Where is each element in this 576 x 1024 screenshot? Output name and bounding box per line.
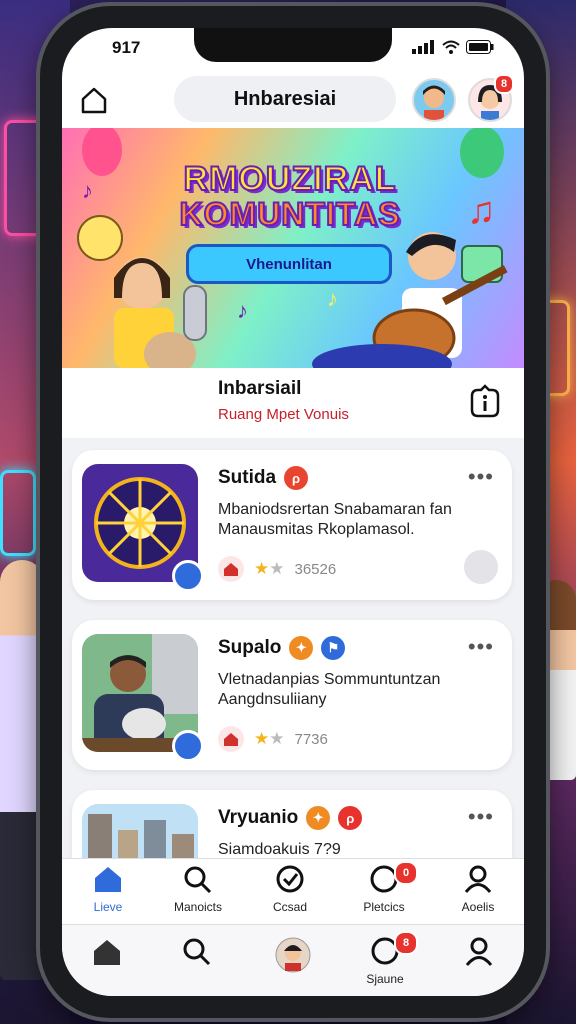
verified-badge-icon bbox=[172, 730, 204, 762]
tab-profile[interactable]: Aoelis bbox=[432, 865, 524, 921]
top-bar: Hnbaresiai 8 bbox=[62, 72, 524, 132]
community-house-icon[interactable] bbox=[218, 726, 244, 752]
person-figure bbox=[0, 560, 44, 980]
camera-notch bbox=[194, 28, 392, 62]
rating-stars: ★★ bbox=[254, 729, 285, 748]
nav-profile[interactable] bbox=[444, 937, 514, 993]
flag-badge-icon: ⚑ bbox=[321, 636, 346, 660]
community-name: Inbarsiail bbox=[218, 378, 302, 399]
status-time: 917 bbox=[112, 38, 141, 57]
banner-ribbon: Vhenunlitan bbox=[186, 244, 392, 284]
post-feed: Sutida ρ ••• Mbaniodsrertan Snabamaran f… bbox=[62, 438, 524, 858]
tab-badge: 0 bbox=[394, 861, 418, 885]
city-photo-icon bbox=[82, 804, 198, 858]
hot-tag-icon: ρ bbox=[284, 466, 309, 490]
post-title: Supalo ✦ ⚑ bbox=[218, 636, 346, 660]
tab-bar: Lieve Manoicts Ccsad 0 Pletcics Aoelis bbox=[62, 858, 524, 923]
post-author: Sutida bbox=[218, 467, 277, 488]
person-icon bbox=[465, 937, 493, 966]
verified-badge-icon bbox=[172, 560, 204, 592]
award-badge-icon: ✦ bbox=[289, 636, 314, 660]
check-circle-icon bbox=[276, 865, 304, 893]
status-icons bbox=[412, 40, 494, 54]
nav-activity[interactable]: 8 Sjaune bbox=[350, 931, 420, 993]
rating-count: 36526 bbox=[294, 560, 337, 578]
tab-activity[interactable]: 0 Pletcics bbox=[338, 861, 430, 921]
search-icon bbox=[184, 866, 212, 894]
post-meta: ★★ 36526 bbox=[218, 556, 336, 582]
home-button[interactable] bbox=[76, 82, 112, 118]
post-title: Sutida ρ bbox=[218, 466, 309, 490]
tab-label: Manoicts bbox=[173, 900, 223, 914]
banner-title: RMOUZIRAL KOMUNTITAS bbox=[140, 160, 440, 232]
post-title: Vryuanio ✦ ρ bbox=[218, 806, 363, 830]
banner-title-line1: RMOUZIRAL bbox=[183, 160, 397, 198]
notification-badge: 8 bbox=[494, 74, 514, 94]
tab-search[interactable]: Manoicts bbox=[152, 865, 244, 921]
signal-icon bbox=[412, 40, 434, 54]
info-button[interactable] bbox=[468, 384, 502, 418]
neon-sign bbox=[0, 470, 36, 556]
community-subtitle: Ruang Mpet Vonuis bbox=[218, 406, 349, 423]
svg-text:♪: ♪ bbox=[327, 286, 338, 311]
home-icon bbox=[95, 867, 121, 892]
nav-home[interactable] bbox=[72, 937, 142, 993]
post-author: Vryuanio bbox=[218, 807, 299, 828]
tab-label: Pletcics bbox=[363, 900, 405, 914]
community-banner[interactable]: ♫ ♪ ♪ ♪ RMOUZIRAL KOMUNTITAS Vhenunlitan bbox=[62, 128, 524, 368]
post-card[interactable]: Supalo ✦ ⚑ ••• Vletnadanpias Sommuntuntz… bbox=[72, 620, 512, 770]
more-options-icon[interactable]: ••• bbox=[468, 804, 494, 830]
more-options-icon[interactable]: ••• bbox=[468, 634, 494, 660]
svg-text:♪: ♪ bbox=[82, 178, 93, 203]
avatar-face-icon bbox=[414, 80, 454, 120]
tab-label: Ccsad bbox=[272, 900, 307, 914]
home-outline-icon bbox=[81, 87, 107, 114]
svg-text:♪: ♪ bbox=[237, 298, 248, 323]
tab-label: Aoelis bbox=[461, 900, 495, 914]
search-icon bbox=[183, 938, 211, 966]
award-badge-icon: ✦ bbox=[306, 806, 331, 830]
phone-frame: 917 Hnbaresiai 8 ♫ ♪ ♪ ♪ RMOUZIRAL KOMUN… bbox=[40, 6, 546, 1018]
avatar-face-icon bbox=[275, 937, 311, 973]
nav-avatar[interactable] bbox=[258, 937, 328, 993]
tab-live[interactable]: Lieve bbox=[62, 865, 154, 921]
nav-badge: 8 bbox=[394, 931, 418, 955]
page-title[interactable]: Hnbaresiai bbox=[174, 76, 396, 122]
tab-label: Lieve bbox=[93, 900, 123, 914]
community-house-icon[interactable] bbox=[218, 556, 244, 582]
phone-screen: 917 Hnbaresiai 8 ♫ ♪ ♪ ♪ RMOUZIRAL KOMUN… bbox=[62, 28, 524, 996]
banner-title-line2: KOMUNTITAS bbox=[179, 195, 401, 232]
person-icon bbox=[464, 865, 492, 893]
post-thumbnail bbox=[82, 804, 198, 858]
post-description: Siamdoakuis 7?9 bbox=[218, 841, 341, 858]
post-description: Mbaniodsrertan Snabamaran fan Manausmita… bbox=[218, 501, 452, 538]
svg-text:♫: ♫ bbox=[467, 190, 496, 232]
post-meta: ★★ 7736 bbox=[218, 726, 328, 752]
nav-search[interactable] bbox=[162, 937, 232, 993]
more-options-icon[interactable]: ••• bbox=[468, 464, 494, 490]
post-card[interactable]: Vryuanio ✦ ρ ••• Siamdoakuis 7?9 bbox=[72, 790, 512, 858]
rating-stars: ★★ bbox=[254, 559, 285, 578]
avatar-friend[interactable] bbox=[412, 78, 456, 122]
home-icon bbox=[94, 940, 120, 965]
info-icon bbox=[470, 384, 500, 418]
reaction-button[interactable] bbox=[464, 550, 498, 584]
nav-label: Sjaune bbox=[366, 972, 404, 986]
bottom-nav: 8 Sjaune bbox=[62, 924, 524, 996]
post-card[interactable]: Sutida ρ ••• Mbaniodsrertan Snabamaran f… bbox=[72, 450, 512, 600]
hot-tag-icon: ρ bbox=[338, 806, 363, 830]
community-info-row: Inbarsiail Ruang Mpet Vonuis bbox=[62, 368, 524, 439]
tab-check[interactable]: Ccsad bbox=[244, 865, 336, 921]
wifi-icon bbox=[442, 40, 460, 54]
post-description: Vletnadanpias Sommuntuntzan Aangdnsuliia… bbox=[218, 671, 441, 708]
post-author: Supalo bbox=[218, 637, 282, 658]
rating-count: 7736 bbox=[294, 730, 328, 748]
battery-icon bbox=[466, 40, 494, 54]
